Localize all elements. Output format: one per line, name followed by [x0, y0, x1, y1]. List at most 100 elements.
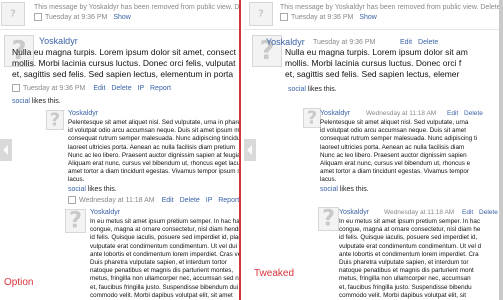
edit-link[interactable]: Edit	[447, 110, 458, 117]
show-link[interactable]: Show	[113, 14, 131, 21]
post-author[interactable]: Yoskaldyr	[39, 36, 78, 46]
option-label: Option	[4, 277, 34, 288]
post-actions: Edit Delete	[400, 38, 438, 47]
post-line: Nulla eu magna turpis. Lorem ipsum dolor…	[12, 47, 236, 57]
ip-link[interactable]: IP	[206, 197, 213, 204]
likes-suffix: likes this.	[87, 186, 117, 193]
scrollbar[interactable]	[499, 0, 503, 300]
reply-line: vulputate erat condimentum condimentum. …	[339, 242, 482, 250]
reply-line: ante lobortis et condimentum lorem imper…	[90, 250, 240, 258]
reply-date: Wednesday at 11:18 AM	[366, 110, 437, 117]
reply-date: Wednesday at 11:18 AM	[79, 197, 155, 204]
edit-link[interactable]: Edit	[400, 39, 412, 46]
post-meta: Tuesday at 9:36 PM Edit Delete IP Report	[12, 84, 171, 93]
delete-link[interactable]: Delete	[479, 209, 498, 216]
likes-suffix: likes this.	[31, 98, 61, 105]
post-body: Nulla eu magna turpis. Lorem ipsum dolor…	[12, 47, 236, 80]
post-line: et, sagittis sed felis. Sed sapien lectu…	[285, 69, 460, 79]
delete-link[interactable]: Delete	[418, 39, 438, 46]
reply-line: laoreet ultricies porta. Aenean ac nulla…	[68, 143, 235, 151]
reply-line: lacus.	[68, 176, 85, 184]
reply-line: congue, magna at ornare consectetur, nis…	[90, 226, 240, 234]
edit-link[interactable]: Edit	[93, 85, 105, 92]
reply-line: id felis. Quisque iaculis, posuere sed i…	[339, 234, 478, 242]
reply-line: id volutpat odio arcu accumsan neque. Du…	[320, 127, 466, 135]
likes-user-link[interactable]: social	[68, 186, 86, 193]
likes-user-link[interactable]: social	[320, 186, 338, 193]
checkbox-icon[interactable]	[34, 13, 42, 22]
avatar-placeholder-icon[interactable]	[46, 110, 64, 130]
reply-line: commodo velit. Morbi dapibus volutpat el…	[90, 291, 233, 299]
removed-message-date: Tuesday at 9:36 PM	[291, 14, 354, 21]
avatar-placeholder-icon[interactable]	[1, 2, 25, 26]
likes-suffix: likes this.	[307, 86, 337, 93]
reply-line: et, faucibus fringilla justo. Suspendiss…	[339, 283, 472, 291]
left-panel-option: This message by Yoskaldyr has been remov…	[0, 0, 240, 300]
reply-line: Aliquam erat nunc, cursus vel bibendum u…	[68, 160, 240, 168]
tweaked-label: Tweaked	[254, 268, 295, 279]
post-likes: social likes this.	[12, 97, 61, 106]
reply-line: Nunc ac leo libero. Praesent auctor dign…	[320, 151, 467, 159]
post-line: mollis. Morbi lacinia cursus luctus. Don…	[285, 58, 462, 68]
reply-author[interactable]: Yoskaldyr	[90, 208, 120, 217]
reply-line: In eu metus sit amet ipsum pretium sempe…	[339, 218, 481, 225]
reply-line: congue, magna at ornare consectetur, nis…	[339, 226, 481, 234]
reply-line: et, faucibus fringilla justo. Suspendiss…	[90, 283, 239, 291]
show-link[interactable]: Show	[359, 14, 377, 21]
left-arrow-icon[interactable]	[0, 139, 12, 161]
avatar-placeholder-icon[interactable]	[303, 108, 321, 128]
reply-line: Nunc ac leo libero. Praesent auctor dign…	[68, 151, 240, 159]
post-body: Nulla eu magna turpis. Lorem ipsum dolor…	[285, 47, 468, 80]
reply-line: Pelentesque sit amet aliquet nisl. Sed v…	[320, 119, 469, 126]
delete-link[interactable]: Delete	[464, 110, 483, 117]
post-likes: social likes this.	[288, 85, 337, 94]
reply-meta: Wednesday at 11:18 AM Edit Delete IP Rep…	[68, 196, 239, 205]
reply-line: commodo velit. Morbi dapibus volutpat el…	[339, 291, 467, 299]
delete-link[interactable]: Delete	[180, 197, 200, 204]
checkbox-icon[interactable]	[68, 196, 76, 205]
reply-line: vulputate erat condimentum condimentum. …	[90, 242, 240, 250]
post-line: Nulla eu magna turpis. Lorem ipsum dolor…	[285, 47, 468, 57]
reply-author[interactable]: Yoskaldyr	[68, 109, 98, 118]
reply-date: Wednesday at 11:18 AM	[384, 209, 455, 216]
reply-line: amet tortor a diam tincidunt egestas. Vi…	[320, 168, 469, 176]
reply-line: ante lobortis et condimentum lorem imper…	[339, 250, 479, 258]
reply-line: amet tortor a diam tincidunt egestas. Vi…	[68, 168, 240, 176]
divider-line	[0, 29, 240, 30]
reply-author[interactable]: Yoskaldyr	[320, 109, 350, 118]
reply-line: Duis pharetra vulputate sapien, et inter…	[339, 259, 469, 267]
likes-suffix: likes this.	[339, 186, 369, 193]
reply-line: id felis. Quisque iaculis, posuere sed i…	[90, 234, 240, 242]
divider-line	[244, 29, 503, 30]
reply-body: In eu metus sit amet ipsum pretium sempe…	[90, 218, 240, 300]
post-author[interactable]: Yoskaldyr	[266, 37, 305, 47]
reply-line: metus, fringilla non ullamcorper nec, ac…	[90, 275, 239, 283]
checkbox-icon[interactable]	[280, 13, 288, 22]
red-divider	[239, 0, 241, 300]
delete-link[interactable]: Delete	[111, 85, 131, 92]
report-link[interactable]: Report	[150, 85, 171, 92]
report-link[interactable]: Report	[218, 197, 239, 204]
reply-line: metus, fringilla non ullamcorper nec, ac…	[339, 275, 471, 283]
avatar-placeholder-icon[interactable]	[65, 209, 86, 233]
avatar-placeholder-icon[interactable]	[249, 2, 273, 26]
removed-message-meta: Tuesday at 9:36 PM Show	[34, 13, 131, 22]
reply-line: consequat rutrum semper malesuada. Nunc …	[68, 135, 240, 143]
likes-user-link[interactable]: social	[12, 98, 30, 105]
reply-author[interactable]: Yoskaldyr	[339, 208, 369, 217]
reply-body: Pelentesque sit amet aliquet nisl. Sed v…	[320, 119, 477, 185]
edit-link[interactable]: Edit	[462, 209, 473, 216]
reply-line: laoreet ultricies porta. Aenean ac nulla…	[320, 143, 465, 151]
ip-link[interactable]: IP	[138, 85, 145, 92]
left-arrow-icon[interactable]	[244, 139, 256, 161]
avatar-placeholder-icon[interactable]	[318, 207, 339, 231]
reply-line: natoque penatibus et magnis dis parturie…	[90, 267, 234, 275]
removed-message-meta: Tuesday at 9:36 PM Show	[280, 13, 377, 22]
reply-actions: Edit Delete	[447, 110, 483, 119]
edit-link[interactable]: Edit	[162, 197, 174, 204]
reply-line: lacus.	[320, 176, 337, 184]
checkbox-icon[interactable]	[12, 84, 20, 93]
reply-likes: social likes this.	[68, 185, 117, 194]
removed-message-text: This message by Yoskaldyr has been remov…	[280, 4, 503, 11]
likes-user-link[interactable]: social	[288, 86, 306, 93]
